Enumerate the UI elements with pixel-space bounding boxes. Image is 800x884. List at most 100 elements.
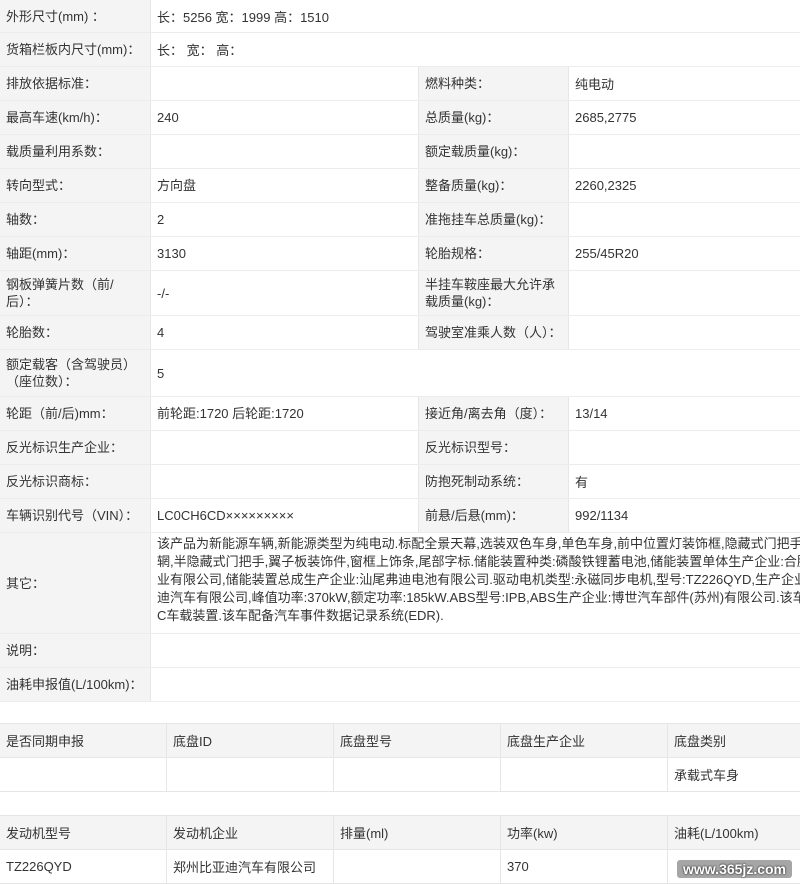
spec-label: 油耗申报值(L/100km)：	[0, 668, 151, 701]
spec-label: 轮胎规格：	[419, 237, 569, 270]
other-text-line: C车载装置.该车配备汽车事件数据记录系统(EDR).	[157, 608, 444, 623]
chassis-header: 底盘ID	[167, 724, 334, 757]
spec-row-speed-mass: 最高车速(km/h)： 240 总质量(kg)： 2685,2775	[0, 101, 800, 135]
spec-label: 半挂车鞍座最大允许承载质量(kg)：	[419, 271, 569, 315]
spec-value: 2260,2325	[569, 169, 800, 202]
spec-row-notes: 说明：	[0, 634, 800, 668]
spec-value: 3130	[151, 237, 419, 270]
spec-label: 前悬/后悬(mm)：	[419, 499, 569, 532]
chassis-header: 底盘类别	[674, 734, 727, 749]
spec-value	[569, 431, 800, 464]
spec-row-dimensions: 外形尺寸(mm) ： 长：5256 宽：1999 高：1510	[0, 0, 800, 33]
engine-header: 发动机型号	[0, 816, 167, 849]
spec-label: 整备质量(kg)：	[419, 169, 569, 202]
spec-value: -/-	[151, 271, 419, 315]
spec-value	[151, 634, 800, 667]
spec-row-reflector-brand: 反光标识商标： 防抱死制动系统： 有	[0, 465, 800, 499]
spec-label: 额定载客（含驾驶员）（座位数）：	[0, 350, 151, 396]
spec-value	[569, 135, 800, 168]
spec-label: 排放依据标准：	[0, 67, 151, 100]
spec-label: 载质量利用系数：	[0, 135, 151, 168]
spec-value	[151, 67, 419, 100]
spec-value: 2685,2775	[569, 101, 800, 134]
spec-label: 货箱栏板内尺寸(mm)：	[0, 33, 151, 66]
spec-value: 5	[151, 350, 800, 396]
engine-cell	[334, 850, 501, 883]
spec-row-axles: 轴数： 2 准拖挂车总质量(kg)：	[0, 203, 800, 237]
spec-label: 轴数：	[0, 203, 151, 236]
chassis-cell	[334, 758, 501, 791]
other-text-line: 迪汽车有限公司,峰值功率:370kW,额定功率:185kW.ABS型号:IPB,…	[157, 590, 800, 605]
spec-row-track: 轮距（前/后)mm： 前轮距:1720 后轮距:1720 接近角/离去角（度）：…	[0, 397, 800, 431]
spec-row-load: 载质量利用系数： 额定载质量(kg)：	[0, 135, 800, 169]
spec-label: 外形尺寸(mm) ：	[0, 0, 151, 32]
engine-cell: TZ226QYD	[0, 850, 167, 883]
chassis-data-row: 承载式车身	[0, 758, 800, 792]
spec-value: 2	[151, 203, 419, 236]
spec-value	[569, 316, 800, 349]
spec-label: 总质量(kg)：	[419, 101, 569, 134]
spec-label: 反光标识生产企业：	[0, 431, 151, 464]
spec-row-fuel-consumption: 油耗申报值(L/100km)：	[0, 668, 800, 702]
spec-value	[569, 271, 800, 315]
chassis-cell: 承载式车身	[674, 768, 740, 783]
chassis-cell	[501, 758, 668, 791]
spec-value: 纯电动	[569, 67, 800, 100]
spec-value: 255/45R20	[569, 237, 800, 270]
other-text-line: 该产品为新能源车辆,新能源类型为纯电动.标配全景天幕,选装双色车身,单色车身,前…	[157, 536, 800, 551]
spec-row-wheelbase: 轴距(mm)： 3130 轮胎规格： 255/45R20	[0, 237, 800, 271]
spec-value	[151, 135, 419, 168]
spec-label: 轮胎数：	[0, 316, 151, 349]
engine-header-row: 发动机型号 发动机企业 排量(ml) 功率(kw) 油耗(L/100km)	[0, 815, 800, 850]
spec-other-text: 该产品为新能源车辆,新能源类型为纯电动.标配全景天幕,选装双色车身,单色车身,前…	[151, 533, 800, 633]
spec-label: 最高车速(km/h)：	[0, 101, 151, 134]
spec-value: LC0CH6CD×××××××××	[151, 499, 419, 532]
spec-row-reflector-maker: 反光标识生产企业： 反光标识型号：	[0, 431, 800, 465]
chassis-header: 底盘生产企业	[501, 724, 668, 757]
spec-label: 转向型式：	[0, 169, 151, 202]
spec-label: 其它：	[0, 533, 151, 633]
spec-value	[151, 431, 419, 464]
chassis-header: 底盘型号	[334, 724, 501, 757]
spec-label: 说明：	[0, 634, 151, 667]
spec-value: 240	[151, 101, 419, 134]
spec-label: 轮距（前/后)mm：	[0, 397, 151, 430]
spec-label: 准拖挂车总质量(kg)：	[419, 203, 569, 236]
spec-row-cargo-box: 货箱栏板内尺寸(mm)： 长： 宽： 高：	[0, 33, 800, 67]
spec-value: 有	[569, 465, 800, 498]
spec-label: 车辆识别代号（VIN）：	[0, 499, 151, 532]
spec-label: 钢板弹簧片数（前/后）：	[0, 271, 151, 315]
spec-value	[569, 203, 800, 236]
spec-value: 13/14	[569, 397, 800, 430]
spec-label: 燃料种类：	[419, 67, 569, 100]
chassis-header-row: 是否同期申报 底盘ID 底盘型号 底盘生产企业 底盘类别	[0, 723, 800, 758]
spec-value: 前轮距:1720 后轮距:1720	[151, 397, 419, 430]
engine-cell: 370	[501, 850, 668, 883]
spec-row-seats: 额定载客（含驾驶员）（座位数）： 5	[0, 350, 800, 397]
spec-value: 4	[151, 316, 419, 349]
spec-row-leaf-spring: 钢板弹簧片数（前/后）： -/- 半挂车鞍座最大允许承载质量(kg)：	[0, 271, 800, 316]
spec-table: 外形尺寸(mm) ： 长：5256 宽：1999 高：1510 货箱栏板内尺寸(…	[0, 0, 800, 702]
spec-value: 长： 宽： 高：	[151, 33, 800, 66]
spec-value	[151, 668, 800, 701]
spec-value: 方向盘	[151, 169, 419, 202]
spec-label: 驾驶室准乘人数（人）：	[419, 316, 569, 349]
spec-label: 轴距(mm)：	[0, 237, 151, 270]
engine-cell: 郑州比亚迪汽车有限公司	[167, 850, 334, 883]
chassis-cell	[0, 758, 167, 791]
spec-value: 992/1134	[569, 499, 800, 532]
spec-label: 防抱死制动系统：	[419, 465, 569, 498]
spec-row-other: 其它： 该产品为新能源车辆,新能源类型为纯电动.标配全景天幕,选装双色车身,单色…	[0, 533, 800, 634]
watermark: www.365jz.com	[677, 860, 792, 878]
engine-header: 排量(ml)	[334, 816, 501, 849]
spec-label: 反光标识型号：	[419, 431, 569, 464]
engine-header: 发动机企业	[167, 816, 334, 849]
spec-label: 反光标识商标：	[0, 465, 151, 498]
spec-row-steering: 转向型式： 方向盘 整备质量(kg)： 2260,2325	[0, 169, 800, 203]
chassis-cell	[167, 758, 334, 791]
other-text-line: 辋,半隐藏式门把手,翼子板装饰件,窗框上饰条,尾部字标.储能装置种类:磷酸铁锂蓄…	[157, 554, 800, 569]
chassis-header: 是否同期申报	[0, 724, 167, 757]
spec-value: 长：5256 宽：1999 高：1510	[151, 0, 800, 32]
engine-header: 油耗(L/100km)	[674, 826, 759, 841]
spec-label: 额定载质量(kg)：	[419, 135, 569, 168]
